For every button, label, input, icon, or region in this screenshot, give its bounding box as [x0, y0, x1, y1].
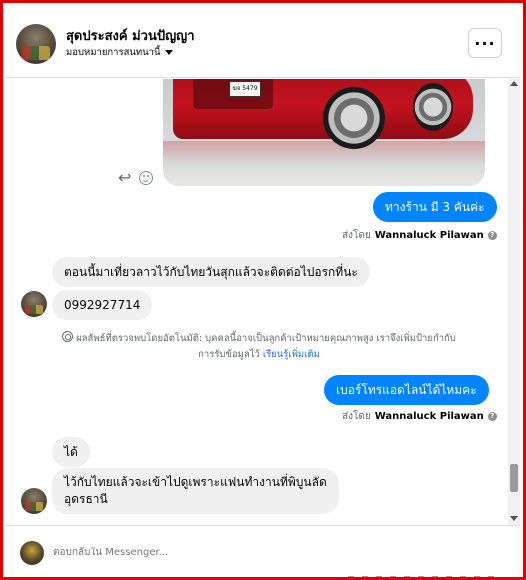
message-bubble-in[interactable]: 0992927714: [52, 290, 153, 320]
more-options-button[interactable]: ···: [468, 28, 502, 58]
sent-by-name[interactable]: Wannaluck Pilawan: [375, 230, 484, 241]
avatar[interactable]: [21, 488, 47, 514]
conversation-header: สุดประสงค์ ม่วนปัญญา มอบหมายการสนทนานี้ …: [6, 6, 520, 78]
message-bubble-out[interactable]: ทางร้าน มี 3 คันค่ะ: [373, 192, 497, 222]
car-floor: [163, 141, 485, 186]
assign-conversation[interactable]: มอบหมายการสนทนานี้: [66, 45, 173, 60]
avatar[interactable]: [16, 24, 56, 64]
reply-input[interactable]: [53, 547, 353, 558]
learn-more-link[interactable]: เรียนรู้เพิ่มเติม: [263, 349, 320, 360]
message-bubble-in[interactable]: ไว้กับไทยแล้วจะเข้าไปดูเพราะแฟนทำงานที่พ…: [52, 468, 339, 514]
sent-by-prefix: ส่งโดย: [342, 411, 371, 422]
scroll-down-arrow-icon[interactable]: [510, 516, 518, 521]
license-plate: ฆจ 5479: [229, 81, 261, 97]
message-bubble-in[interactable]: ได้: [52, 437, 90, 467]
window-frame: สุดประสงค์ ม่วนปัญญา มอบหมายการสนทนานี้ …: [0, 0, 526, 580]
composer-toolbar-edge: [348, 576, 498, 577]
car-wheel: [413, 83, 453, 131]
scroll-up-arrow-icon[interactable]: [510, 81, 518, 86]
car-wheel: [323, 87, 385, 149]
sparkle-icon: [62, 331, 74, 342]
auto-note-text-2: การรับข้อมูลไว้: [198, 349, 260, 360]
message-bubble-out[interactable]: เบอร์โทรแอดไลน์ได้ไหมคะ: [324, 375, 489, 405]
sent-by-line: ส่งโดย Wannaluck Pilawan ?: [342, 409, 497, 424]
auto-detected-note: ผลลัพธ์ที่ตรวจพบโดยอัตโนมัติ: บุคคลนี้อา…: [24, 331, 494, 363]
sent-by-name[interactable]: Wannaluck Pilawan: [375, 411, 484, 422]
sent-by-prefix: ส่งโดย: [342, 230, 371, 241]
scrollbar-thumb[interactable]: [510, 464, 518, 492]
react-smile-icon[interactable]: [139, 171, 153, 185]
caret-down-icon: [164, 50, 173, 55]
message-line: ไว้กับไทยแล้วจะเข้าไปดูเพราะแฟนทำงานที่พ…: [64, 475, 327, 489]
reply-icon[interactable]: ↩: [118, 170, 136, 186]
message-line: อุดรธานี: [64, 492, 108, 506]
avatar[interactable]: [21, 291, 47, 317]
contact-name[interactable]: สุดประสงค์ ม่วนปัญญา: [66, 25, 195, 46]
avatar: [20, 541, 44, 565]
car-photo[interactable]: ฆจ 5479: [163, 79, 485, 186]
message-list[interactable]: ฆจ 5479 ↩ ทางร้าน มี 3 คันค่ะ ส่งโดย Wan…: [6, 79, 520, 525]
help-icon[interactable]: ?: [487, 231, 497, 240]
assign-conversation-label: มอบหมายการสนทนานี้: [66, 47, 161, 58]
scrollbar[interactable]: [508, 79, 520, 525]
sent-by-line: ส่งโดย Wannaluck Pilawan ?: [342, 228, 497, 243]
message-bubble-in[interactable]: ตอนนี้มาเที่ยวลาวไว้กับไทยวันสุกแล้วจะติ…: [52, 257, 370, 287]
auto-note-text: ผลลัพธ์ที่ตรวจพบโดยอัตโนมัติ: บุคคลนี้อา…: [76, 333, 456, 344]
help-icon[interactable]: ?: [487, 412, 497, 421]
